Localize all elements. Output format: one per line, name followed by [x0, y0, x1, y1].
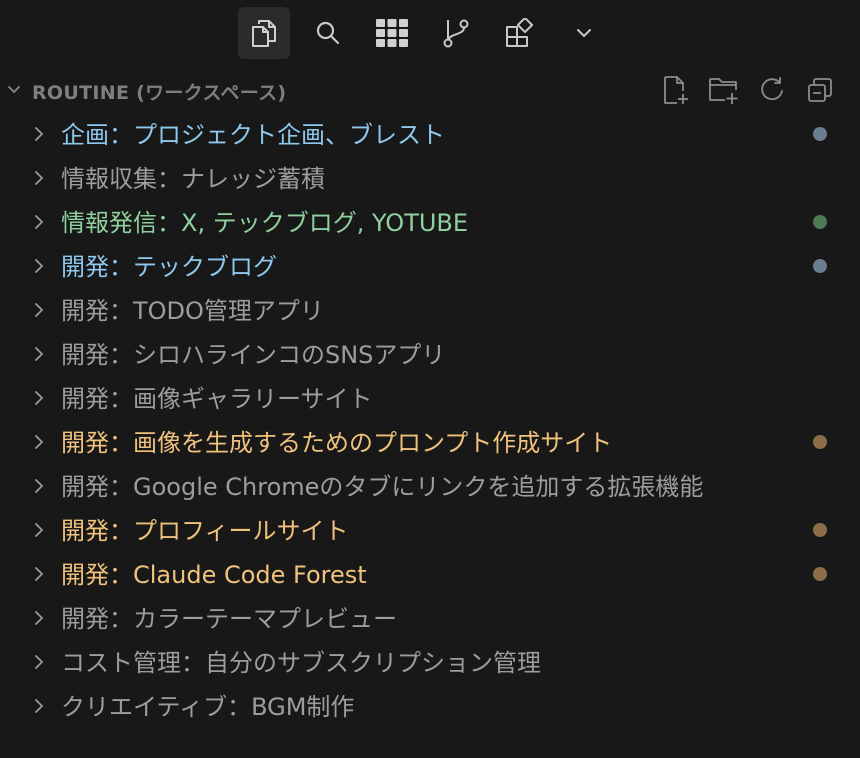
- folder-label: 情報発信：X, テックブログ, YOTUBE: [61, 209, 469, 237]
- git-status-dot: [813, 127, 827, 141]
- folder-label: 開発：シロハラインコのSNSアプリ: [61, 341, 446, 369]
- view-tab-bar: [238, 6, 622, 60]
- folder-row[interactable]: 開発：テックブログ: [0, 244, 860, 288]
- chevron-right-icon[interactable]: [30, 520, 48, 540]
- folder-label: 開発：Google Chromeのタブにリンクを追加する拡張機能: [61, 473, 704, 501]
- extensions-icon: [506, 18, 534, 47]
- chevron-right-icon[interactable]: [30, 256, 48, 276]
- folder-label: 開発：カラーテーマプレビュー: [61, 605, 397, 633]
- folder-label: クリエイティブ：BGM制作: [61, 693, 355, 721]
- search-tab[interactable]: [302, 7, 354, 59]
- source-control-icon: [443, 19, 469, 48]
- workspace-section-header[interactable]: ROUTINE (ワークスペース): [0, 70, 860, 110]
- folder-row[interactable]: 情報収集：ナレッジ蓄積: [0, 156, 860, 200]
- folder-label: 開発：テックブログ: [61, 253, 277, 281]
- section-collapse-chevron-icon[interactable]: [4, 80, 24, 100]
- chevron-right-icon[interactable]: [30, 432, 48, 452]
- folder-row[interactable]: 開発：TODO管理アプリ: [0, 288, 860, 332]
- section-actions: [644, 74, 836, 106]
- chevron-right-icon[interactable]: [30, 696, 48, 716]
- folder-row[interactable]: 企画：プロジェクト企画、ブレスト: [0, 112, 860, 156]
- chevron-right-icon[interactable]: [30, 476, 48, 496]
- folder-label: 開発：画像ギャラリーサイト: [61, 385, 373, 413]
- source-control-tab[interactable]: [430, 7, 482, 59]
- git-status-dot: [813, 259, 827, 273]
- folder-label: 開発：画像を生成するためのプロンプト作成サイト: [61, 429, 613, 457]
- chevron-right-icon[interactable]: [30, 124, 48, 144]
- folder-label: 企画：プロジェクト企画、ブレスト: [61, 121, 445, 149]
- folder-label: 開発：Claude Code Forest: [61, 561, 367, 589]
- collapse-all-button[interactable]: [804, 74, 836, 106]
- extensions-tab[interactable]: [494, 7, 546, 59]
- folder-label: 開発：プロフィールサイト: [61, 517, 349, 545]
- apps-grid-tab[interactable]: [366, 7, 418, 59]
- grid-apps-icon: [376, 19, 408, 47]
- chevron-right-icon[interactable]: [30, 212, 48, 232]
- chevron-right-icon[interactable]: [30, 564, 48, 584]
- git-status-dot: [813, 215, 827, 229]
- more-views-tab[interactable]: [558, 7, 610, 59]
- chevron-right-icon[interactable]: [30, 388, 48, 408]
- chevron-right-icon[interactable]: [30, 608, 48, 628]
- git-status-dot: [813, 435, 827, 449]
- folder-row[interactable]: 開発：シロハラインコのSNSアプリ: [0, 332, 860, 376]
- explorer-tab[interactable]: [238, 7, 290, 59]
- git-status-dot: [813, 523, 827, 537]
- workspace-title: ROUTINE (ワークスペース): [32, 82, 287, 104]
- new-folder-icon: [709, 78, 738, 104]
- folder-label: 情報収集：ナレッジ蓄積: [61, 165, 325, 193]
- folder-row[interactable]: 情報発信：X, テックブログ, YOTUBE: [0, 200, 860, 244]
- folder-row[interactable]: 開発：Google Chromeのタブにリンクを追加する拡張機能: [0, 464, 860, 508]
- folder-row[interactable]: 開発：カラーテーマプレビュー: [0, 596, 860, 640]
- chevron-right-icon[interactable]: [30, 168, 48, 188]
- chevron-right-icon[interactable]: [30, 344, 48, 364]
- explorer-files-icon: [252, 20, 276, 47]
- folder-row[interactable]: 開発：Claude Code Forest: [0, 552, 860, 596]
- new-folder-button[interactable]: [708, 74, 740, 106]
- git-status-dot: [813, 567, 827, 581]
- refresh-button[interactable]: [756, 74, 788, 106]
- folder-row[interactable]: クリエイティブ：BGM制作: [0, 684, 860, 728]
- folder-row[interactable]: 開発：画像ギャラリーサイト: [0, 376, 860, 420]
- folder-label: コスト管理：自分のサブスクリプション管理: [61, 649, 541, 677]
- new-file-icon: [664, 76, 688, 104]
- chevron-right-icon[interactable]: [30, 652, 48, 672]
- folder-row[interactable]: 開発：プロフィールサイト: [0, 508, 860, 552]
- refresh-icon: [761, 77, 783, 101]
- folder-row[interactable]: コスト管理：自分のサブスクリプション管理: [0, 640, 860, 684]
- folder-label: 開発：TODO管理アプリ: [61, 297, 324, 325]
- new-file-button[interactable]: [660, 74, 692, 106]
- search-icon: [316, 21, 340, 45]
- collapse-all-icon: [808, 78, 832, 102]
- chevron-right-icon[interactable]: [30, 300, 48, 320]
- chevron-down-icon: [577, 29, 591, 37]
- explorer-panel: ROUTINE (ワークスペース) 企画：プロジェクト企画、ブレスト 情報収集：…: [0, 0, 860, 758]
- folder-tree: 企画：プロジェクト企画、ブレスト 情報収集：ナレッジ蓄積 情報発信：X, テック…: [0, 112, 860, 728]
- folder-row[interactable]: 開発：画像を生成するためのプロンプト作成サイト: [0, 420, 860, 464]
